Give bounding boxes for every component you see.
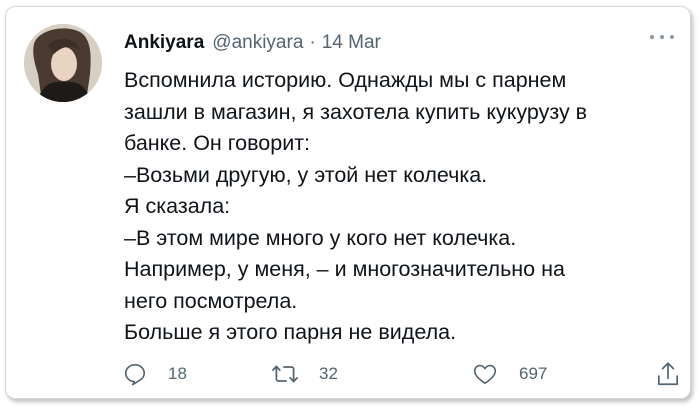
tweet-header: Ankiyara @ankiyara · 14 Mar (124, 32, 381, 56)
tweet-line: Больше я этого парня не видела. (124, 320, 457, 344)
avatar[interactable] (24, 24, 102, 102)
tweet-line: Вспомнила историю. Однажды мы с парнем (124, 68, 567, 92)
reply-icon (124, 363, 146, 386)
tweet-line: Я сказала: (124, 194, 231, 218)
tweet-date[interactable]: 14 Mar (322, 32, 381, 54)
tweet-line: –В этом мире много у кого нет колечка. (124, 225, 517, 250)
tweet-line: зашли в магазин, я захотела купить кукур… (124, 99, 588, 124)
display-name[interactable]: Ankiyara (124, 32, 204, 54)
retweet-button[interactable]: 32 (271, 359, 338, 389)
tweet-card: Ankiyara @ankiyara · 14 Mar Вспомнила ис… (5, 6, 691, 399)
tweet-text: Вспомнила историю. Однажды мы с парнем з… (124, 65, 684, 349)
heart-icon (473, 364, 497, 385)
tweet-line: –Возьми другую, у этой нет колечка. (124, 162, 488, 187)
tweet-actions: 18 32 697 (118, 359, 688, 389)
reply-button[interactable]: 18 (122, 359, 187, 389)
separator-dot: · (309, 32, 316, 53)
more-dots-icon[interactable] (650, 29, 674, 45)
like-count: 697 (519, 364, 548, 383)
tweet-line: банке. Он говорит: (124, 131, 311, 155)
like-button[interactable]: 697 (471, 359, 547, 389)
tweet-line: Например, у меня, – и многозначительно н… (124, 257, 565, 281)
retweet-count: 32 (319, 364, 338, 383)
profile-photo-icon (24, 24, 102, 102)
retweet-icon (272, 365, 298, 383)
user-handle[interactable]: @ankiyara (212, 32, 303, 54)
tweet-line: него посмотрела. (124, 288, 298, 313)
share-button[interactable] (656, 359, 680, 389)
reply-count: 18 (168, 364, 187, 383)
share-icon (657, 362, 679, 386)
